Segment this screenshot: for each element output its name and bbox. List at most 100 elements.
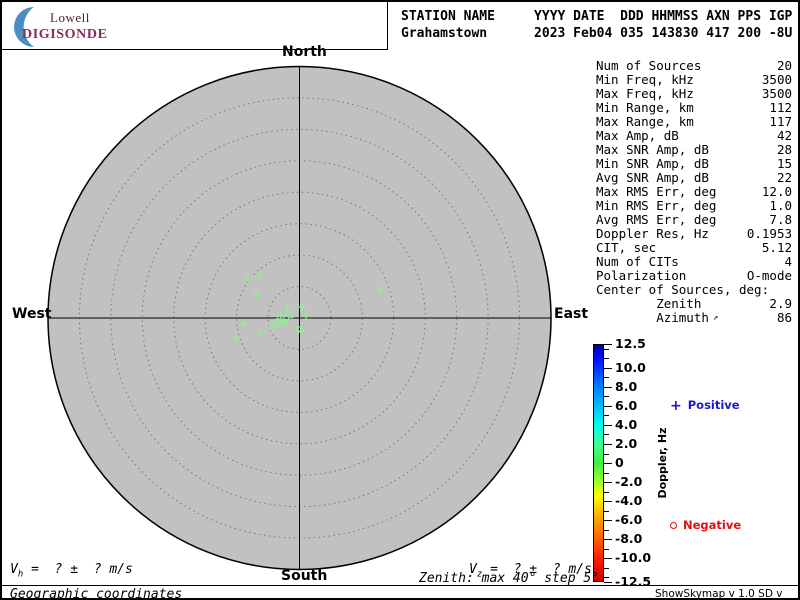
panel-row-label: Doppler Res, Hz xyxy=(596,226,709,241)
compass-west-label: West xyxy=(12,306,52,322)
showskymap-window: Lowell DIGISONDE STATION NAME YYYY DATE … xyxy=(0,0,800,600)
panel-row-label: Polarization xyxy=(596,268,687,283)
panel-row-label: Max SNR Amp, dB xyxy=(596,142,709,157)
colorbar-minor-tick xyxy=(604,577,609,579)
station-header-values: Grahamstown 2023 Feb04 035 143830 417 20… xyxy=(401,26,793,41)
panel-row-label: Center of Sources, deg: xyxy=(596,282,770,297)
panel-row-value: 15 xyxy=(776,156,792,171)
panel-row-value: 3500 xyxy=(761,86,792,101)
panel-row: Max SNR Amp, dB 28 xyxy=(596,143,792,157)
panel-row: Max RMS Err, deg 12.0 xyxy=(596,185,792,199)
colorbar-minor-tick xyxy=(604,453,609,455)
compass-north-label: North xyxy=(282,44,327,60)
colorbar-tick-label: -8.0 xyxy=(615,531,643,547)
colorbar-major-tick xyxy=(604,501,612,503)
colorbar-tick-label: -6.0 xyxy=(615,512,643,528)
panel-row-value: 86 xyxy=(776,310,792,325)
colorbar-tick-label: -10.0 xyxy=(615,550,652,566)
panel-row-label: Num of CITs xyxy=(596,254,679,269)
azimuth-direction-icon: ↗ xyxy=(712,313,719,323)
colorbar-tick-label: 6.0 xyxy=(615,397,638,413)
logo-text-lowell: Lowell xyxy=(50,10,90,25)
data-panel: Num of Sources 20 Min Freq, kHz 3500 Max Fre… xyxy=(596,59,792,325)
panel-row-value: 0.1953 xyxy=(746,226,792,241)
panel-row-label: Min Range, km xyxy=(596,100,694,115)
colorbar-tick-label: -2.0 xyxy=(615,474,643,489)
colorbar-major-tick xyxy=(604,482,612,483)
panel-row-value: 5.12 xyxy=(761,240,792,255)
colorbar-axis-label: Doppler, Hz xyxy=(656,427,669,499)
circle-marker-icon xyxy=(670,522,677,529)
panel-row: Max Range, km 117 xyxy=(596,115,792,129)
logo-text-digisonde: DIGISONDE xyxy=(22,27,108,42)
colorbar-major-tick xyxy=(604,367,612,369)
colorbar-minor-tick xyxy=(604,358,609,360)
colorbar-major-tick xyxy=(604,463,612,464)
panel-row-label: Azimuth ↗ xyxy=(596,310,719,325)
colorbar-gradient xyxy=(593,344,604,582)
station-header: STATION NAME YYYY DATE DDD HHMMSS AXN PP… xyxy=(401,8,792,42)
colorbar-tick-label: 4.0 xyxy=(615,416,638,432)
colorbar-major-tick xyxy=(604,539,612,541)
panel-row: Min SNR Amp, dB 15 xyxy=(596,157,792,171)
colorbar-tick-label: 8.0 xyxy=(615,378,638,394)
panel-row: Max Amp, dB 42 xyxy=(596,129,792,143)
panel-row-value: 112 xyxy=(769,100,792,115)
panel-row: Avg SNR Amp, dB 22 xyxy=(596,171,792,185)
panel-row-label: Zenith xyxy=(596,296,702,311)
panel-row-label: Min SNR Amp, dB xyxy=(596,156,709,171)
colorbar-major-tick xyxy=(604,424,612,426)
panel-row-label: Avg SNR Amp, dB xyxy=(596,170,709,185)
panel-row: Center of Sources, deg: xyxy=(596,283,792,297)
colorbar-major-tick xyxy=(604,405,612,407)
legend-negative: Negative xyxy=(670,518,741,532)
colorbar-minor-tick xyxy=(604,567,609,569)
legend-negative-label: Negative xyxy=(683,518,742,532)
footer-divider xyxy=(2,585,798,586)
colorbar-major-tick xyxy=(604,386,612,388)
compass-south-label: South xyxy=(281,568,328,584)
colorbar-major-tick xyxy=(604,344,612,345)
colorbar-tick-label: 12.5 xyxy=(615,336,646,351)
panel-row: Max Freq, kHz 3500 xyxy=(596,87,792,101)
colorbar-minor-tick xyxy=(604,472,609,474)
panel-row-value: 2.9 xyxy=(769,296,792,311)
colorbar-minor-tick xyxy=(604,396,609,398)
panel-row: Num of Sources 20 xyxy=(596,59,792,73)
colorbar-minor-tick xyxy=(604,529,609,531)
colorbar-minor-tick xyxy=(604,548,609,550)
colorbar-minor-tick xyxy=(604,510,609,512)
panel-row-label: CIT, sec xyxy=(596,240,657,255)
panel-row-label: Max Freq, kHz xyxy=(596,86,694,101)
legend-positive: + Positive xyxy=(670,398,740,414)
panel-row-value: 42 xyxy=(776,128,792,143)
panel-row-value: 1.0 xyxy=(769,198,792,213)
panel-row: CIT, sec 5.12 xyxy=(596,241,792,255)
colorbar-major-tick xyxy=(604,558,612,560)
panel-row: Min Range, km 112 xyxy=(596,101,792,115)
station-header-columns: STATION NAME YYYY DATE DDD HHMMSS AXN PP… xyxy=(401,9,793,24)
legend-positive-label: Positive xyxy=(687,398,740,412)
panel-row-value: 20 xyxy=(776,58,792,73)
version-label: ShowSkymap v 1.0 SD v 5.1 xyxy=(655,588,783,600)
colorbar-major-tick xyxy=(604,520,612,522)
colorbar-minor-tick xyxy=(604,434,609,436)
panel-row-label: Max Amp, dB xyxy=(596,128,679,143)
panel-row: Doppler Res, Hz 0.1953 xyxy=(596,227,792,241)
panel-row: Min RMS Err, deg 1.0 xyxy=(596,199,792,213)
panel-row-label: Min RMS Err, deg xyxy=(596,198,717,213)
panel-row-value: 7.8 xyxy=(769,212,792,227)
zenith-scale-note: Zenith: max 40° step 5° xyxy=(419,571,600,586)
panel-row: Num of CITs 4 xyxy=(596,255,792,269)
colorbar-major-tick xyxy=(604,582,612,583)
colorbar-tick-label: -12.5 xyxy=(615,574,652,589)
coordinates-note: Geographic coordinates xyxy=(10,587,183,600)
panel-row-label: Avg RMS Err, deg xyxy=(596,212,717,227)
panel-row-value: 12.0 xyxy=(761,184,792,199)
panel-row-value: 28 xyxy=(776,142,792,157)
panel-row-label: Num of Sources xyxy=(596,58,702,73)
colorbar-tick-label: -4.0 xyxy=(615,493,643,509)
colorbar-major-tick xyxy=(604,444,612,445)
colorbar-tick-label: 0 xyxy=(615,455,624,470)
colorbar-minor-tick xyxy=(604,348,609,350)
